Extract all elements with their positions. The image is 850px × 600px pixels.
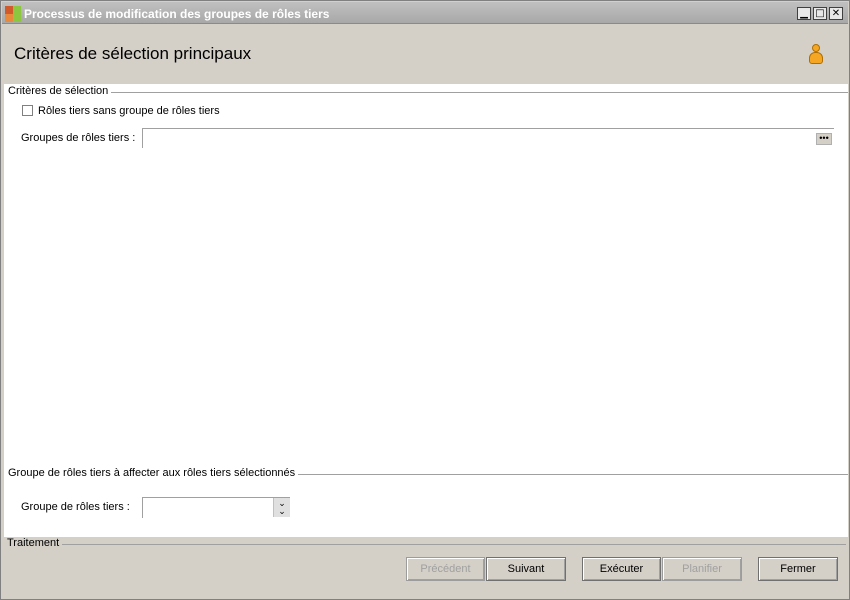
execute-button[interactable]: Exécuter: [582, 557, 661, 581]
close-button[interactable]: Fermer: [758, 557, 838, 581]
next-button[interactable]: Suivant: [486, 557, 566, 581]
assign-group-section: Groupe de rôles tiers à affecter aux rôl…: [4, 467, 848, 481]
previous-button[interactable]: Précédent: [406, 557, 485, 581]
plan-button[interactable]: Planifier: [662, 557, 742, 581]
title-bar[interactable]: Processus de modification des groupes de…: [2, 2, 848, 24]
app-icon: [5, 6, 21, 22]
assign-field-label: Groupe de rôles tiers :: [21, 501, 130, 513]
assign-group-dropdown[interactable]: ⌄ ⌄: [142, 497, 290, 518]
close-icon: ✕: [831, 8, 841, 19]
action-footer: Traitement Précédent Suivant Exécuter Pl…: [2, 537, 848, 599]
group-title: Critères de sélection: [8, 85, 112, 97]
group-divider: [8, 92, 848, 93]
user-icon: [808, 44, 824, 66]
window-title: Processus de modification des groupes de…: [24, 7, 330, 21]
selection-criteria-group: Critères de sélection: [4, 85, 848, 99]
page-title: Critères de sélection principaux: [14, 44, 252, 63]
ellipsis-icon: •••: [819, 133, 829, 143]
minimize-icon: ▁: [800, 8, 808, 19]
main-window: Processus de modification des groupes de…: [0, 0, 850, 600]
close-window-button[interactable]: ✕: [829, 7, 843, 20]
page-header: Critères de sélection principaux: [2, 25, 848, 84]
groups-field-label: Groupes de rôles tiers :: [21, 132, 136, 144]
groups-lookup-input[interactable]: •••: [142, 128, 834, 148]
no-group-checkbox[interactable]: [22, 105, 33, 116]
browse-button[interactable]: •••: [816, 133, 832, 145]
minimize-button[interactable]: ▁: [797, 7, 811, 20]
maximize-button[interactable]: □: [813, 7, 827, 20]
maximize-icon: □: [815, 8, 825, 19]
footer-divider: [7, 544, 846, 545]
chevron-down-icon[interactable]: ⌄ ⌄: [273, 498, 290, 517]
form-panel: Critères de sélection Rôles tiers sans g…: [4, 84, 848, 537]
no-group-checkbox-label[interactable]: Rôles tiers sans groupe de rôles tiers: [38, 105, 220, 117]
footer-title: Traitement: [7, 537, 63, 549]
group-title: Groupe de rôles tiers à affecter aux rôl…: [8, 467, 299, 479]
